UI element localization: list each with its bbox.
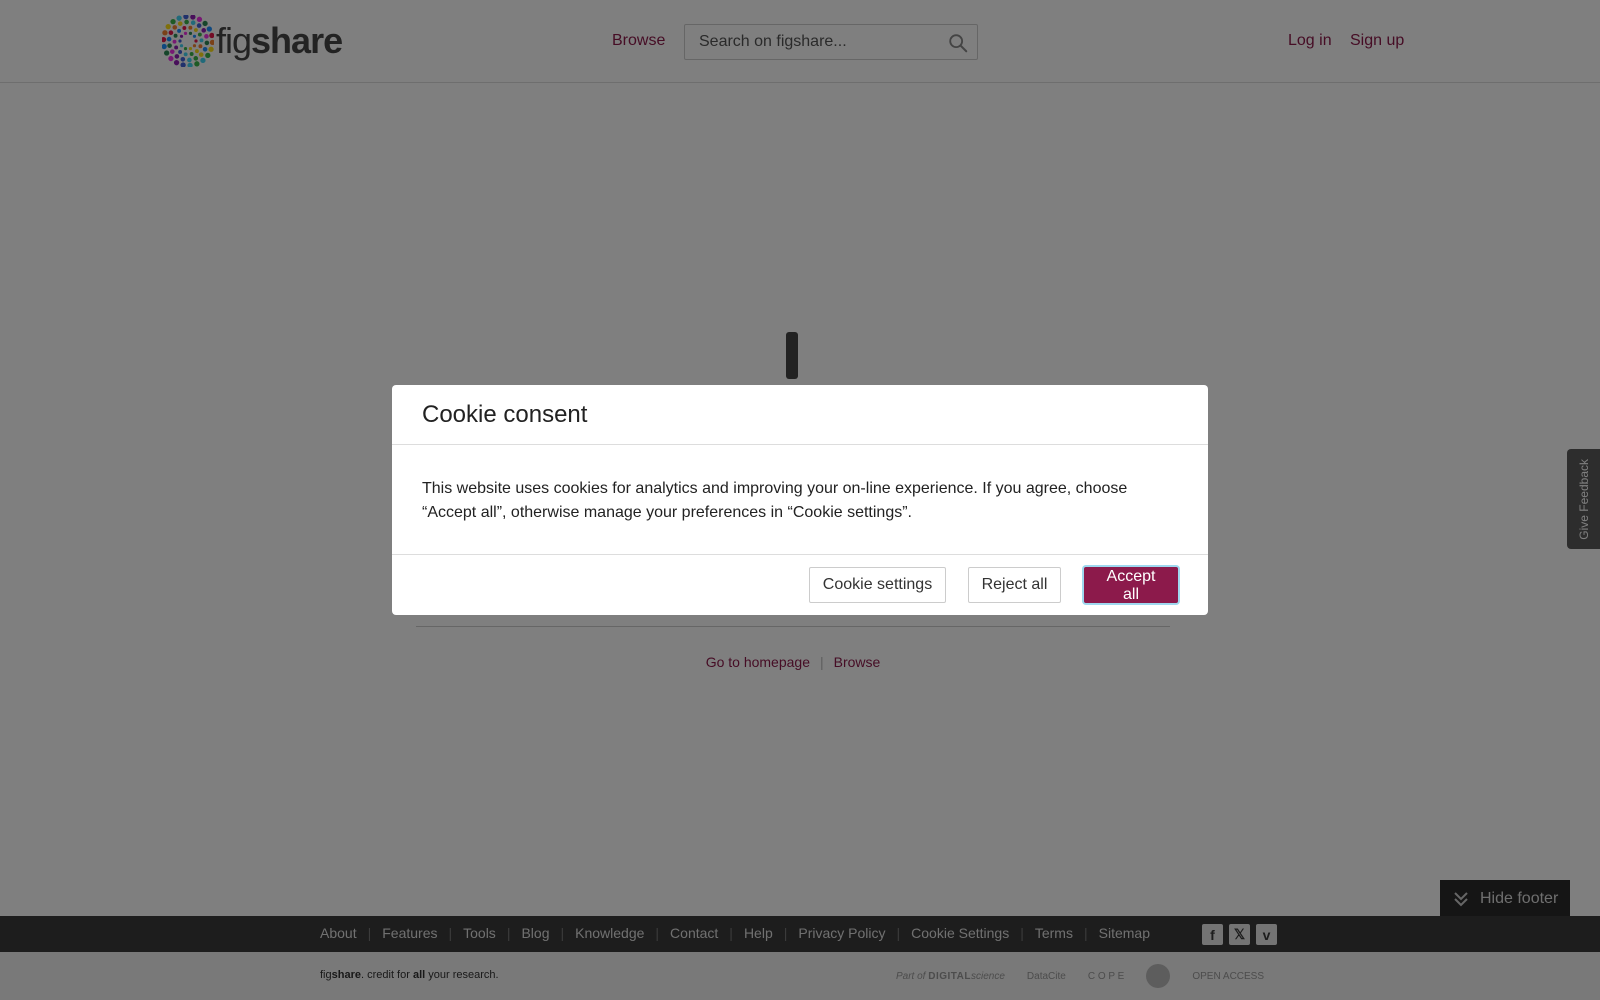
dialog-body: This website uses cookies for analytics … (392, 445, 1208, 555)
dialog-title: Cookie consent (422, 401, 588, 428)
dialog-footer: Cookie settings Reject all Accept all (392, 555, 1208, 615)
cookie-message: This website uses cookies for analytics … (422, 480, 1128, 521)
accept-all-button[interactable]: Accept all (1084, 567, 1178, 603)
cookie-consent-dialog: Cookie consent This website uses cookies… (392, 385, 1208, 615)
cookie-settings-button[interactable]: Cookie settings (809, 567, 946, 603)
dialog-header: Cookie consent (392, 385, 1208, 445)
reject-all-button[interactable]: Reject all (968, 567, 1061, 603)
